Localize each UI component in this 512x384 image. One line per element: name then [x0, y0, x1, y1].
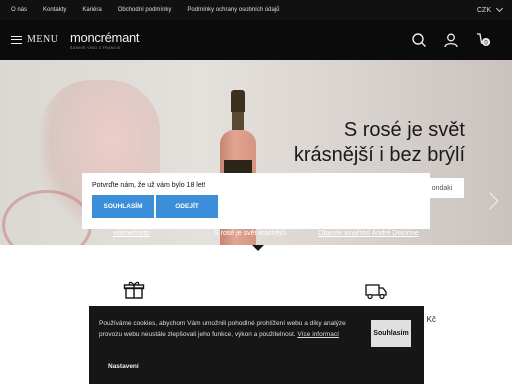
age-verification-modal: Potvrďte nám, že už vám bylo 18 let! SOU…: [82, 173, 430, 229]
logo[interactable]: moncrémant ŠUMIVÉ VÍNO Z FRANCIE: [70, 30, 140, 50]
truck-icon: [365, 284, 387, 300]
hero-title-line1: S rosé je svět: [343, 119, 465, 141]
age-question: Potvrďte nám, že už vám bylo 18 let!: [92, 182, 206, 189]
link-contacts[interactable]: Kontakty: [43, 7, 66, 13]
logo-tagline: ŠUMIVÉ VÍNO Z FRANCIE: [70, 46, 121, 50]
link-terms[interactable]: Obchodní podmínky: [118, 7, 172, 13]
link-about[interactable]: O nás: [11, 7, 27, 13]
chevron-down-icon: [495, 4, 504, 13]
currency-selector[interactable]: CZK: [477, 0, 504, 20]
main-header: MENU moncrémant ŠUMIVÉ VÍNO Z FRANCIE 0: [0, 20, 512, 60]
slider-tab-2[interactable]: S rosé je svět krásnější: [214, 230, 286, 237]
search-icon[interactable]: [411, 32, 427, 48]
logo-name: moncrémant: [70, 30, 140, 45]
shipping-note: Kč: [426, 315, 436, 324]
hamburger-icon: [11, 35, 22, 44]
slider-tab-3[interactable]: Objevte vinařství André Delorme: [318, 230, 419, 237]
gift-icon: [123, 281, 145, 299]
slider-tab-1[interactable]: výjimečným: [113, 230, 150, 237]
cart-icon[interactable]: 0: [476, 32, 492, 48]
menu-label: MENU: [27, 34, 59, 45]
cookie-more-link[interactable]: Více informací: [297, 331, 339, 338]
hero-title: S rosé je svět krásnější i bez brýlí: [294, 118, 465, 168]
top-links: O nás Kontakty Kariéra Obchodní podmínky…: [11, 0, 295, 20]
user-icon[interactable]: [443, 32, 459, 48]
cookie-settings-button[interactable]: Nastavení: [108, 363, 139, 370]
active-tab-indicator: [252, 245, 264, 251]
link-career[interactable]: Kariéra: [82, 7, 101, 13]
link-privacy[interactable]: Podmínky ochrany osobních údajů: [187, 7, 279, 13]
cookie-accept-button[interactable]: Souhlasím: [371, 320, 411, 347]
top-bar: O nás Kontakty Kariéra Obchodní podmínky…: [0, 0, 512, 20]
slider-next-icon[interactable]: [481, 192, 499, 210]
hero-title-line2: krásnější i bez brýlí: [293, 144, 465, 166]
age-confirm-button[interactable]: SOUHLASÍM: [92, 195, 154, 218]
currency-label: CZK: [477, 6, 491, 14]
cookie-banner: Používáme cookies, abychom Vám umožnili …: [89, 306, 424, 384]
menu-button[interactable]: MENU: [11, 34, 58, 45]
age-leave-button[interactable]: ODEJÍT: [156, 195, 218, 218]
cookie-text-block: Používáme cookies, abychom Vám umožnili …: [99, 318, 364, 340]
